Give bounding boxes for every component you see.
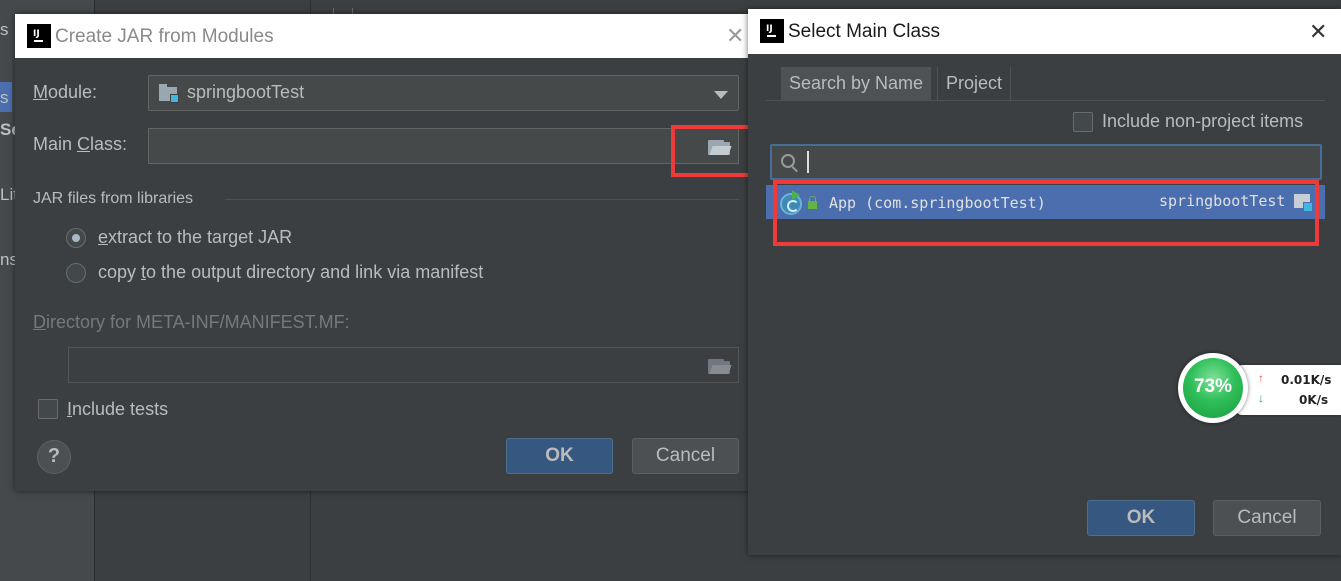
- jar-ok-button[interactable]: OK: [506, 438, 613, 474]
- module-label: Module:: [33, 82, 98, 102]
- module-icon: [159, 84, 181, 104]
- network-speed-widget[interactable]: ↑ 0.01K/s ↓ 0K/s 73%: [1178, 353, 1341, 423]
- select-main-class-dialog: IJ Select Main Class ✕ Search by Name Pr…: [748, 9, 1341, 555]
- upload-arrow-icon: ↑: [1258, 371, 1264, 385]
- help-button[interactable]: ?: [37, 440, 71, 474]
- jar-cancel-button[interactable]: Cancel: [632, 438, 739, 474]
- include-tests-label: Include tests: [67, 399, 169, 419]
- result-module-name: springbootTest: [1159, 192, 1286, 210]
- create-jar-close-icon[interactable]: ✕: [726, 25, 744, 47]
- list-item[interactable]: App (com.springbootTest) springbootTest: [766, 185, 1325, 219]
- folder-browse-disabled-icon: [708, 359, 732, 374]
- manifest-directory-label: Directory for META-INF/MANIFEST.MF:: [33, 312, 350, 332]
- section-divider: [225, 199, 739, 200]
- create-jar-titlebar: IJ Create JAR from Modules ✕: [15, 14, 751, 58]
- lock-icon: [808, 196, 817, 209]
- upload-speed: 0.01K/s: [1281, 373, 1332, 387]
- memory-percent: 73%: [1183, 358, 1243, 418]
- main-class-cancel-button[interactable]: Cancel: [1213, 500, 1321, 536]
- main-class-dialog-title: Select Main Class: [788, 21, 941, 42]
- manifest-directory-field: [68, 347, 739, 383]
- memory-usage-ball[interactable]: 73%: [1178, 353, 1248, 423]
- radio-copy-to-output[interactable]: [66, 263, 86, 283]
- intellij-logo-icon: IJ: [27, 24, 51, 48]
- radio-extract-to-jar[interactable]: [66, 228, 86, 248]
- jar-files-section-title: JAR files from libraries: [33, 190, 194, 207]
- download-speed: 0K/s: [1299, 393, 1329, 407]
- main-class-titlebar: IJ Select Main Class ✕: [748, 9, 1341, 54]
- background-text-fragment: s: [0, 20, 9, 39]
- class-search-input[interactable]: [770, 144, 1322, 180]
- text-caret: [807, 151, 809, 173]
- main-class-field[interactable]: [148, 128, 739, 164]
- download-arrow-icon: ↓: [1258, 391, 1264, 405]
- result-class-name: App (com.springbootTest): [829, 194, 1046, 212]
- create-jar-dialog: IJ Create JAR from Modules ✕ Module: spr…: [15, 14, 751, 491]
- radio-copy-label: copy to the output directory and link vi…: [98, 262, 484, 282]
- radio-extract-label: extract to the target JAR: [98, 227, 293, 247]
- include-non-project-checkbox[interactable]: [1073, 112, 1093, 132]
- chevron-down-icon: [714, 91, 728, 99]
- run-marker-icon: [792, 190, 800, 200]
- search-tabs: Search by Name Project: [766, 67, 1325, 101]
- tab-project[interactable]: Project: [937, 67, 1012, 101]
- background-text-fragment: s: [0, 88, 9, 107]
- network-speed-panel: ↑ 0.01K/s ↓ 0K/s: [1236, 365, 1341, 415]
- main-class-close-icon[interactable]: ✕: [1309, 21, 1327, 43]
- tab-search-by-name[interactable]: Search by Name: [781, 67, 932, 101]
- create-jar-title: Create JAR from Modules: [55, 26, 274, 47]
- folder-browse-icon[interactable]: [708, 140, 732, 155]
- include-tests-checkbox[interactable]: [38, 399, 58, 419]
- module-icon: [1294, 192, 1314, 212]
- module-value: springbootTest: [187, 82, 305, 102]
- intellij-logo-icon: IJ: [760, 19, 784, 43]
- main-class-ok-button[interactable]: OK: [1087, 500, 1195, 536]
- main-class-label: Main Class:: [33, 134, 128, 154]
- include-non-project-label: Include non-project items: [1102, 111, 1304, 131]
- search-icon: [781, 154, 795, 168]
- module-combobox[interactable]: springbootTest: [148, 75, 739, 111]
